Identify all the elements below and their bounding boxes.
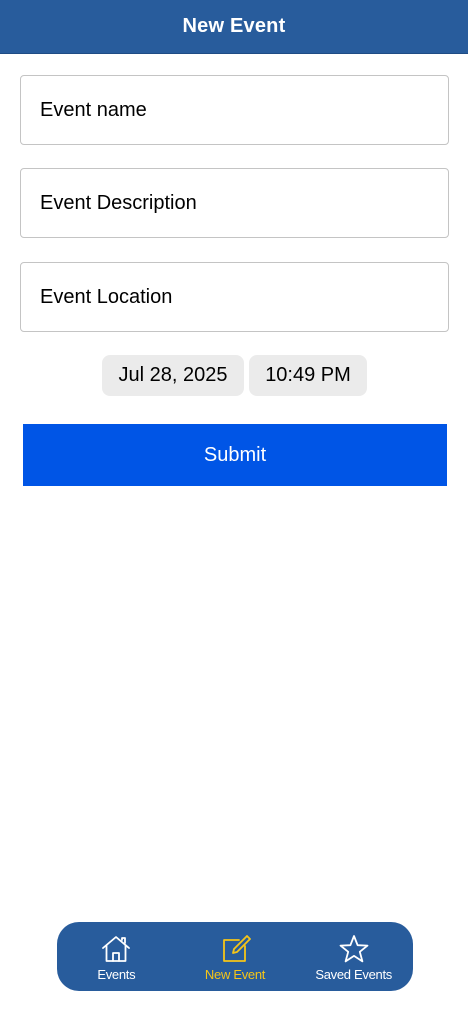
event-name-input[interactable] — [40, 98, 448, 122]
event-location-input[interactable] — [40, 285, 448, 309]
tab-events[interactable]: Events — [57, 922, 176, 991]
tab-new-event-label: New Event — [204, 967, 266, 982]
event-location-field[interactable] — [20, 262, 449, 332]
edit-icon — [223, 935, 251, 962]
event-description-field[interactable] — [20, 168, 449, 238]
bottom-tab-bar: Events New Event Saved Events — [57, 922, 413, 991]
star-icon — [339, 935, 369, 963]
event-name-field[interactable] — [20, 75, 449, 145]
home-icon — [102, 936, 131, 962]
time-picker-button[interactable]: 10:49 PM — [249, 355, 367, 396]
app-header: New Event — [0, 0, 468, 54]
submit-button[interactable]: Submit — [23, 424, 447, 486]
page-title: New Event — [182, 15, 286, 37]
new-event-screen: New Event Jul 28, 2025 10:49 PM Submit E… — [0, 0, 468, 1015]
tab-events-label: Events — [97, 967, 136, 982]
date-picker-button[interactable]: Jul 28, 2025 — [102, 355, 244, 396]
tab-saved-events[interactable]: Saved Events — [294, 922, 413, 991]
event-description-input[interactable] — [40, 191, 448, 215]
tab-saved-events-label: Saved Events — [315, 967, 392, 982]
tab-new-event[interactable]: New Event — [176, 922, 295, 991]
